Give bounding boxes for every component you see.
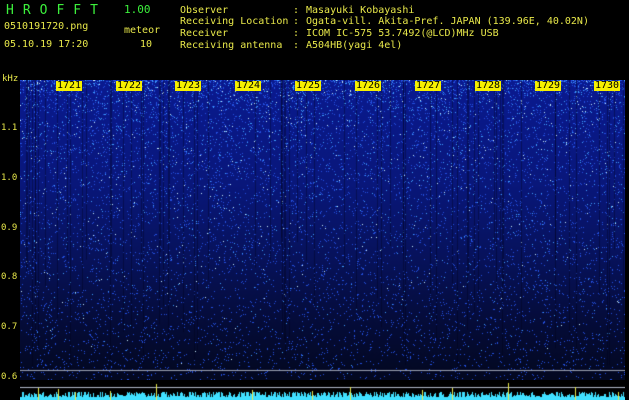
y-tick-label: 0.8 bbox=[1, 272, 18, 282]
y-tick-label: 0.6 bbox=[1, 372, 18, 382]
observer-value: Masayuki Kobayashi bbox=[306, 5, 415, 16]
app-version: 1.00 bbox=[124, 3, 151, 16]
time-tick-label: 1723 bbox=[175, 80, 202, 91]
spectrogram bbox=[20, 80, 625, 380]
y-tick-label: 0.9 bbox=[1, 223, 18, 233]
time-tick-label: 1729 bbox=[535, 80, 562, 91]
file-name: 0510191720.png bbox=[4, 21, 89, 32]
location-label: Receiving Location bbox=[180, 16, 289, 27]
y-tick-label: 0.7 bbox=[1, 322, 18, 332]
y-tick-label: 1.0 bbox=[1, 173, 18, 183]
receiver-label: Receiver bbox=[180, 28, 229, 39]
time-tick-label: 1721 bbox=[56, 80, 83, 91]
y-axis-unit: kHz bbox=[2, 74, 19, 84]
observer-colon: : bbox=[293, 5, 300, 16]
time-tick-label: 1722 bbox=[116, 80, 143, 91]
meteor-label: meteor bbox=[124, 25, 161, 36]
time-tick-label: 1724 bbox=[235, 80, 262, 91]
antenna-value: A504HB(yagi 4el) bbox=[306, 40, 403, 51]
time-tick-label: 1726 bbox=[355, 80, 382, 91]
location-value: Ogata-vill. Akita-Pref. JAPAN (139.96E, … bbox=[306, 16, 589, 27]
time-tick-label: 1730 bbox=[594, 80, 621, 91]
meteor-count: 10 bbox=[140, 39, 153, 50]
receiver-colon: : bbox=[293, 28, 300, 39]
time-tick-label: 1725 bbox=[295, 80, 322, 91]
location-colon: : bbox=[293, 16, 300, 27]
observer-label: Observer bbox=[180, 5, 229, 16]
timestamp: 05.10.19 17:20 bbox=[4, 39, 89, 50]
antenna-label: Receiving antenna bbox=[180, 40, 283, 51]
antenna-colon: : bbox=[293, 40, 300, 51]
time-tick-label: 1728 bbox=[475, 80, 502, 91]
receiver-value: ICOM IC-575 53.7492(@LCD)MHz USB bbox=[306, 28, 499, 39]
y-tick-label: 1.1 bbox=[1, 123, 18, 133]
activity-trace bbox=[20, 380, 625, 400]
time-tick-label: 1727 bbox=[415, 80, 442, 91]
app-title: HROFFT bbox=[6, 3, 107, 18]
